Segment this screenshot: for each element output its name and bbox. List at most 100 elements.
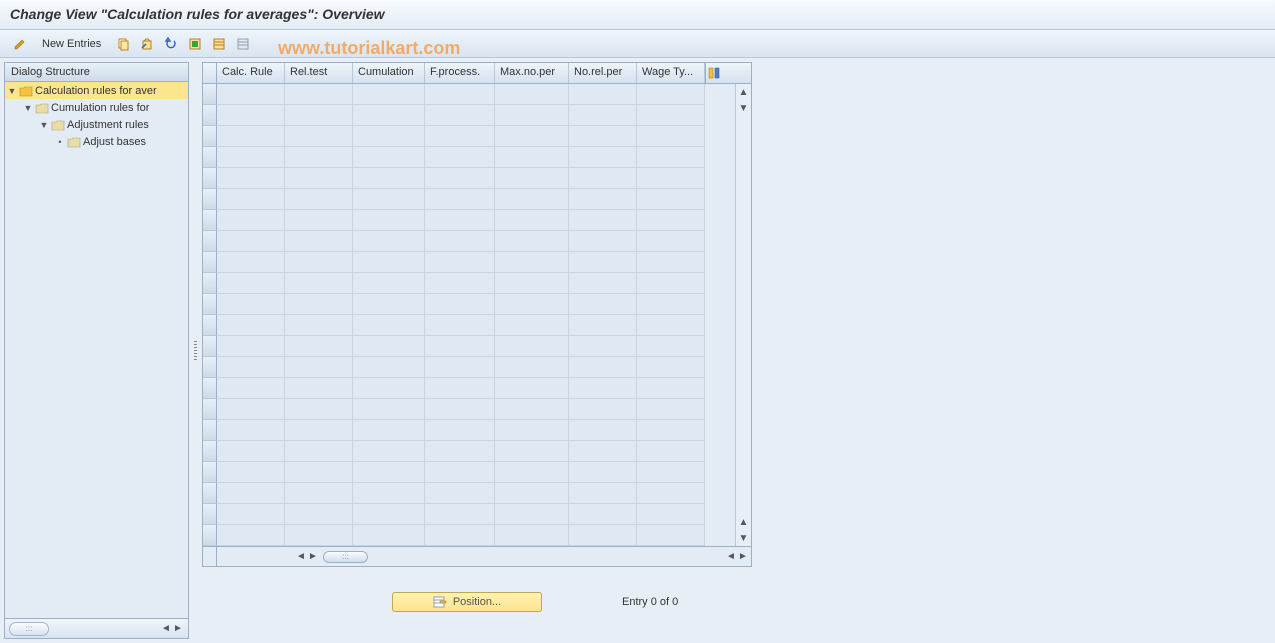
table-cell[interactable] (353, 126, 425, 147)
table-cell[interactable] (569, 525, 637, 546)
table-cell[interactable] (495, 504, 569, 525)
table-cell[interactable] (217, 462, 285, 483)
table-cell[interactable] (569, 294, 637, 315)
table-cell[interactable] (425, 126, 495, 147)
table-cell[interactable] (217, 441, 285, 462)
table-row[interactable] (203, 315, 735, 336)
table-cell[interactable] (425, 399, 495, 420)
table-cell[interactable] (495, 441, 569, 462)
table-cell[interactable] (425, 336, 495, 357)
table-cell[interactable] (217, 126, 285, 147)
table-cell[interactable] (569, 126, 637, 147)
table-cell[interactable] (495, 483, 569, 504)
table-cell[interactable] (353, 441, 425, 462)
table-cell[interactable] (217, 105, 285, 126)
table-cell[interactable] (217, 252, 285, 273)
table-cell[interactable] (285, 399, 353, 420)
table-cell[interactable] (637, 483, 705, 504)
row-selector[interactable] (203, 462, 217, 483)
table-row[interactable] (203, 525, 735, 546)
column-header[interactable]: Cumulation (353, 63, 425, 83)
table-cell[interactable] (285, 126, 353, 147)
column-header[interactable]: Wage Ty... (637, 63, 705, 83)
table-cell[interactable] (495, 420, 569, 441)
table-cell[interactable] (353, 252, 425, 273)
table-cell[interactable] (285, 357, 353, 378)
table-cell[interactable] (217, 168, 285, 189)
scroll-last-icon[interactable]: ► (737, 550, 749, 564)
row-selector[interactable] (203, 126, 217, 147)
table-cell[interactable] (425, 315, 495, 336)
table-cell[interactable] (495, 315, 569, 336)
table-cell[interactable] (217, 147, 285, 168)
table-cell[interactable] (495, 210, 569, 231)
column-header[interactable]: F.process. (425, 63, 495, 83)
table-row[interactable] (203, 231, 735, 252)
select-all-column[interactable] (203, 63, 217, 83)
table-cell[interactable] (217, 483, 285, 504)
table-cell[interactable] (353, 315, 425, 336)
table-cell[interactable] (217, 294, 285, 315)
table-cell[interactable] (569, 168, 637, 189)
copy-icon[interactable] (113, 34, 133, 54)
table-cell[interactable] (495, 252, 569, 273)
table-cell[interactable] (353, 273, 425, 294)
table-cell[interactable] (569, 231, 637, 252)
table-cell[interactable] (495, 84, 569, 105)
row-selector[interactable] (203, 336, 217, 357)
row-selector[interactable] (203, 273, 217, 294)
table-cell[interactable] (569, 210, 637, 231)
table-cell[interactable] (217, 399, 285, 420)
vertical-scrollbar[interactable]: ▲ ▼ ▲ ▼ (735, 84, 751, 546)
table-row[interactable] (203, 294, 735, 315)
select-block-icon[interactable] (209, 34, 229, 54)
scroll-down-icon[interactable]: ▼ (736, 100, 751, 116)
row-selector[interactable] (203, 483, 217, 504)
table-cell[interactable] (569, 483, 637, 504)
table-cell[interactable] (495, 357, 569, 378)
table-cell[interactable] (217, 504, 285, 525)
scroll-first-icon[interactable]: ◄ (295, 550, 307, 564)
row-selector[interactable] (203, 378, 217, 399)
table-cell[interactable] (217, 378, 285, 399)
table-cell[interactable] (353, 210, 425, 231)
row-selector[interactable] (203, 315, 217, 336)
table-cell[interactable] (217, 210, 285, 231)
table-cell[interactable] (353, 147, 425, 168)
table-cell[interactable] (353, 231, 425, 252)
table-cell[interactable] (495, 399, 569, 420)
new-entries-button[interactable]: New Entries (34, 36, 109, 52)
table-cell[interactable] (569, 336, 637, 357)
table-cell[interactable] (495, 462, 569, 483)
table-cell[interactable] (637, 294, 705, 315)
table-cell[interactable] (285, 252, 353, 273)
table-cell[interactable] (637, 147, 705, 168)
table-cell[interactable] (425, 147, 495, 168)
row-selector[interactable] (203, 504, 217, 525)
table-cell[interactable] (495, 273, 569, 294)
table-cell[interactable] (569, 420, 637, 441)
table-cell[interactable] (285, 420, 353, 441)
table-row[interactable] (203, 462, 735, 483)
table-row[interactable] (203, 252, 735, 273)
row-selector[interactable] (203, 189, 217, 210)
table-row[interactable] (203, 273, 735, 294)
table-cell[interactable] (637, 168, 705, 189)
table-cell[interactable] (569, 252, 637, 273)
table-cell[interactable] (285, 378, 353, 399)
table-cell[interactable] (285, 210, 353, 231)
change-display-icon[interactable] (10, 34, 30, 54)
table-cell[interactable] (495, 231, 569, 252)
table-cell[interactable] (217, 273, 285, 294)
table-cell[interactable] (353, 420, 425, 441)
table-cell[interactable] (425, 231, 495, 252)
table-cell[interactable] (637, 378, 705, 399)
table-cell[interactable] (425, 525, 495, 546)
table-cell[interactable] (495, 525, 569, 546)
tree-item-adjustment-rules[interactable]: ▼ Adjustment rules (5, 116, 188, 133)
scroll-right-icon[interactable]: ◄ (725, 550, 737, 564)
table-cell[interactable] (637, 525, 705, 546)
table-row[interactable] (203, 147, 735, 168)
table-cell[interactable] (495, 126, 569, 147)
table-cell[interactable] (425, 420, 495, 441)
